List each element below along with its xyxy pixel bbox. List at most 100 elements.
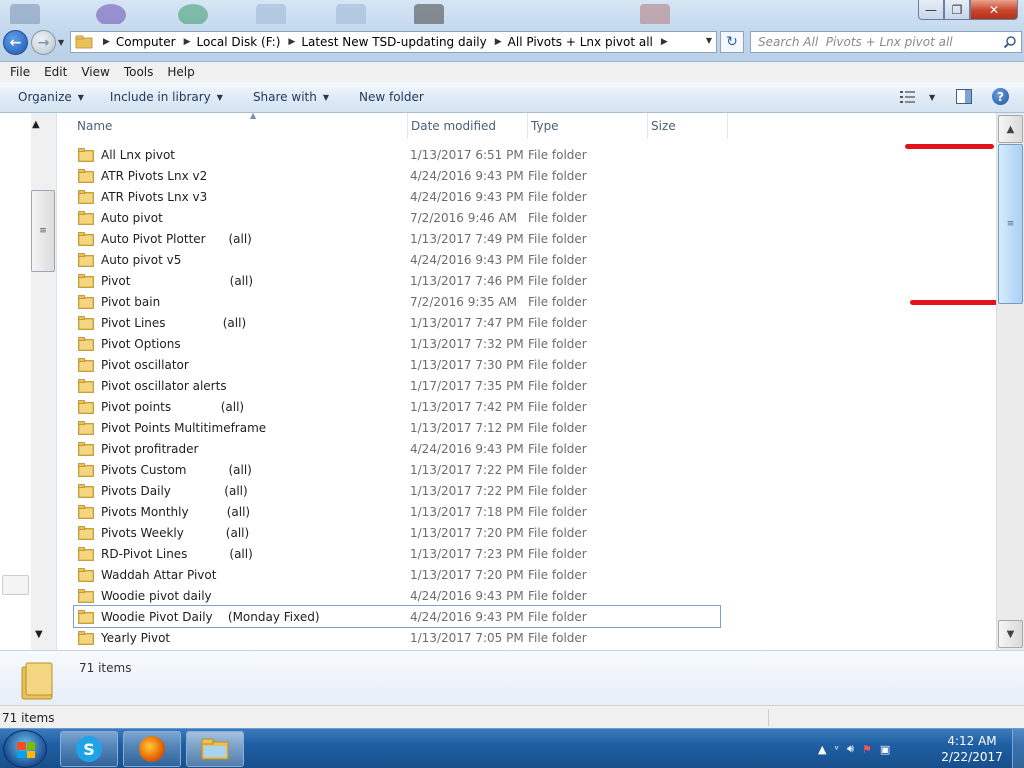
minimize-button[interactable]: —	[918, 0, 944, 20]
column-name[interactable]: Name	[74, 113, 408, 139]
preview-pane-icon[interactable]	[956, 89, 972, 104]
address-dropdown[interactable]: ▼	[706, 36, 712, 45]
file-name: ATR Pivots Lnx v2	[101, 168, 208, 183]
menu-view[interactable]: View	[74, 65, 116, 79]
file-date: 1/13/2017 7:05 PM	[410, 630, 524, 645]
search-icon[interactable]	[1003, 35, 1017, 49]
breadcrumb-item[interactable]: All Pivots + Lnx pivot all ▶	[508, 35, 674, 49]
menu-bar: File Edit View Tools Help	[0, 62, 1024, 82]
folder-icon	[78, 420, 94, 435]
nav-scrollbar-thumb[interactable]: ≡	[31, 190, 55, 272]
network-icon[interactable]: ▣	[880, 743, 890, 756]
clock[interactable]: 4:12 AM 2/22/2017	[940, 733, 1004, 765]
table-row[interactable]: ATR Pivots Lnx v2 4/24/2016 9:43 PM File f…	[74, 165, 720, 186]
table-row[interactable]: Pivot profitrader 4/24/2016 9:43 PM File f…	[74, 438, 720, 459]
nav-scroll-up-button[interactable]: ▲	[32, 119, 40, 130]
file-type: File folder	[528, 357, 587, 372]
include-in-library-button[interactable]: Include in library ▼	[100, 85, 233, 109]
table-row[interactable]: Woodie Pivot Daily (Monday Fixed) 4/24/20…	[73, 605, 721, 628]
table-row[interactable]: Auto Pivot Plotter (all) 1/13/2017 7:49 P…	[74, 228, 720, 249]
file-name: RD-Pivot Lines (all)	[101, 546, 253, 561]
file-type: File folder	[528, 210, 587, 225]
red-annotation-mark	[905, 144, 994, 149]
file-name: Pivot points (all)	[101, 399, 245, 414]
table-row[interactable]: Pivots Weekly (all) 1/13/2017 7:20 PM File…	[74, 522, 720, 543]
nav-scroll-down-button[interactable]: ▼	[35, 629, 43, 640]
table-row[interactable]: All Lnx pivot 1/13/2017 6:51 PM File folde…	[74, 144, 720, 165]
scroll-up-button[interactable]: ▲	[998, 115, 1023, 143]
file-name-cell: All Lnx pivot	[74, 148, 408, 162]
help-icon[interactable]: ?	[992, 88, 1009, 105]
start-button[interactable]	[3, 730, 47, 768]
menu-tools[interactable]: Tools	[117, 65, 161, 79]
address-bar[interactable]: ▶ Computer ▶ Local Disk (F:) ▶ Latest New …	[70, 31, 717, 53]
table-row[interactable]: Pivot points (all) 1/13/2017 7:42 PM File …	[74, 396, 720, 417]
organize-button[interactable]: Organize ▼	[0, 85, 94, 109]
breadcrumb-item[interactable]: Local Disk (F:) ▶	[197, 35, 302, 49]
table-row[interactable]: Auto pivot v5 4/24/2016 9:43 PM File folde…	[74, 249, 720, 270]
taskbar-skype-button[interactable]: S	[60, 731, 118, 767]
nav-item[interactable]	[2, 575, 29, 595]
table-row[interactable]: Pivots Daily (all) 1/13/2017 7:22 PM File …	[74, 480, 720, 501]
file-date: 1/13/2017 7:46 PM	[410, 273, 524, 288]
table-row[interactable]: Pivot oscillator alerts 1/17/2017 7:35 PM…	[74, 375, 720, 396]
table-row[interactable]: Pivots Monthly (all) 1/13/2017 7:18 PM Fil…	[74, 501, 720, 522]
table-row[interactable]: Pivot Options 1/13/2017 7:32 PM File folde…	[74, 333, 720, 354]
show-desktop-button[interactable]	[1012, 729, 1024, 768]
chevron-down-icon[interactable]: ▼	[929, 93, 935, 102]
new-folder-button[interactable]: New folder	[349, 85, 434, 109]
table-row[interactable]: RD-Pivot Lines (all) 1/13/2017 7:23 PM Fil…	[74, 543, 720, 564]
table-row[interactable]: Pivot bain 7/2/2016 9:35 AM File folder	[74, 291, 720, 312]
menu-edit[interactable]: Edit	[37, 65, 74, 79]
action-center-icon[interactable]: ⚑	[862, 743, 872, 756]
table-row[interactable]: Woodie pivot daily 4/24/2016 9:43 PM File …	[74, 585, 720, 606]
table-row[interactable]: Auto pivot 7/2/2016 9:46 AM File folder	[74, 207, 720, 228]
scrollbar-thumb[interactable]: ≡	[998, 144, 1023, 304]
column-size[interactable]: Size	[648, 113, 728, 139]
scroll-down-button[interactable]: ▼	[998, 620, 1023, 648]
folder-icon	[78, 546, 94, 561]
menu-help[interactable]: Help	[160, 65, 201, 79]
file-date: 4/24/2016 9:43 PM	[410, 441, 524, 456]
file-name-cell: Waddah Attar Pivot	[74, 568, 408, 582]
table-row[interactable]: ATR Pivots Lnx v3 4/24/2016 9:43 PM File f…	[74, 186, 720, 207]
file-name: ATR Pivots Lnx v3	[101, 189, 208, 204]
forward-button[interactable]: →	[31, 30, 56, 55]
refresh-button[interactable]: ↻	[720, 31, 744, 53]
details-pane: 71 items	[0, 650, 1024, 705]
back-button[interactable]: ←	[3, 30, 28, 55]
taskbar-explorer-button[interactable]	[186, 731, 244, 767]
table-row[interactable]: Yearly Pivot 1/13/2017 7:05 PM File folder	[74, 627, 720, 648]
file-name: Woodie Pivot Daily (Monday Fixed)	[101, 609, 320, 624]
file-type: File folder	[528, 294, 587, 309]
file-name-cell: Pivots Daily (all)	[74, 484, 408, 498]
file-date: 1/13/2017 7:22 PM	[410, 462, 524, 477]
column-date-modified[interactable]: Date modified	[408, 113, 528, 139]
table-row[interactable]: Pivot (all) 1/13/2017 7:46 PM File folder	[74, 270, 720, 291]
language-icon[interactable]: ᵛ	[834, 743, 839, 756]
search-input[interactable]	[758, 35, 998, 49]
breadcrumb-separator[interactable]: ▶	[95, 37, 116, 47]
breadcrumb-item[interactable]: Computer ▶	[116, 35, 197, 49]
table-row[interactable]: Pivot oscillator 1/13/2017 7:30 PM File fo…	[74, 354, 720, 375]
taskbar-firefox-button[interactable]	[123, 731, 181, 767]
search-box[interactable]	[750, 31, 1022, 53]
table-row[interactable]: Waddah Attar Pivot 1/13/2017 7:20 PM File …	[74, 564, 720, 585]
recent-pages-dropdown[interactable]: ▼	[58, 38, 64, 47]
table-row[interactable]: Pivot Points Multitimeframe 1/13/2017 7:1…	[74, 417, 720, 438]
close-button[interactable]: ✕	[970, 0, 1018, 20]
file-type: File folder	[528, 546, 587, 561]
column-type[interactable]: Type	[528, 113, 648, 139]
volume-icon[interactable]: 🔊︎	[847, 742, 854, 756]
menu-file[interactable]: File	[3, 65, 37, 79]
change-view-button[interactable]: ▼	[900, 89, 938, 105]
folder-icon	[78, 588, 94, 603]
table-row[interactable]: Pivot Lines (all) 1/13/2017 7:47 PM File f…	[74, 312, 720, 333]
maximize-button[interactable]: ❐	[944, 0, 970, 20]
file-list-scrollbar[interactable]: ▲ ≡ ▼	[996, 113, 1024, 650]
table-row[interactable]: Pivots Custom (all) 1/13/2017 7:22 PM File…	[74, 459, 720, 480]
show-hidden-icons-icon[interactable]: ▲	[818, 743, 826, 756]
breadcrumb-item[interactable]: Latest New TSD-updating daily ▶	[301, 35, 507, 49]
share-with-button[interactable]: Share with ▼	[243, 85, 339, 109]
file-name: Woodie pivot daily	[101, 588, 212, 603]
